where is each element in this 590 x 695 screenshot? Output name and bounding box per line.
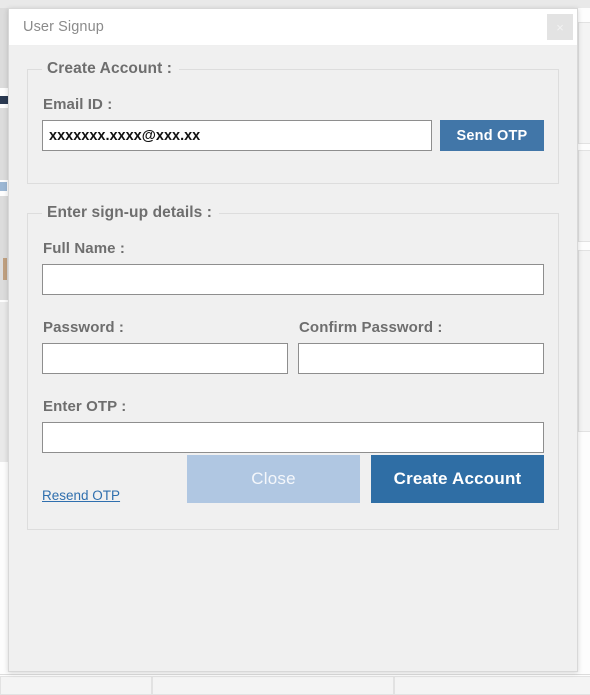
otp-input[interactable] [42, 422, 544, 453]
confirm-password-column: Confirm Password : [298, 311, 544, 374]
background-panel [578, 250, 590, 432]
background-panel [578, 150, 590, 242]
background-accent [0, 182, 7, 191]
background-strip [0, 302, 8, 462]
confirm-password-input[interactable] [298, 343, 544, 374]
full-name-input[interactable] [42, 264, 544, 295]
otp-label: Enter OTP : [43, 398, 127, 415]
dialog-action-row: Resend OTP Close Create Account [42, 455, 544, 503]
dialog-title-bar: User Signup × [9, 9, 577, 46]
create-account-legend: Create Account : [47, 60, 173, 77]
action-buttons: Close Create Account [187, 455, 544, 503]
password-row: Password : Confirm Password : [42, 311, 544, 374]
background-line [0, 196, 8, 300]
resend-otp-link[interactable]: Resend OTP [42, 488, 120, 503]
email-id-label: Email ID : [43, 96, 113, 113]
background-panel [152, 676, 394, 695]
create-account-button[interactable]: Create Account [371, 455, 544, 503]
email-row: Send OTP [42, 120, 544, 151]
dialog-title: User Signup [23, 19, 104, 35]
close-icon-glyph: × [556, 19, 564, 35]
background-accent [3, 258, 7, 280]
signup-details-group: Enter sign-up details : Full Name : Pass… [27, 204, 559, 530]
confirm-password-label: Confirm Password : [299, 319, 443, 336]
create-account-group: Create Account : Email ID : Send OTP [27, 60, 559, 184]
password-column: Password : [42, 311, 288, 374]
background-panel [394, 676, 590, 695]
user-signup-dialog: User Signup × Create Account : Email ID … [8, 8, 578, 672]
background-line [0, 8, 8, 88]
email-input[interactable] [42, 120, 432, 151]
dialog-body: Create Account : Email ID : Send OTP Ent… [9, 46, 577, 671]
signup-details-legend: Enter sign-up details : [47, 204, 213, 221]
password-input[interactable] [42, 343, 288, 374]
background-panel [0, 676, 152, 695]
close-icon[interactable]: × [547, 14, 573, 40]
background-panel [578, 22, 590, 144]
background-line [0, 108, 8, 180]
background-line [0, 674, 590, 675]
background-strip [0, 0, 590, 8]
full-name-label: Full Name : [43, 240, 125, 257]
send-otp-button[interactable]: Send OTP [440, 120, 544, 151]
close-button[interactable]: Close [187, 455, 360, 503]
password-label: Password : [43, 319, 125, 336]
background-accent [0, 96, 8, 104]
